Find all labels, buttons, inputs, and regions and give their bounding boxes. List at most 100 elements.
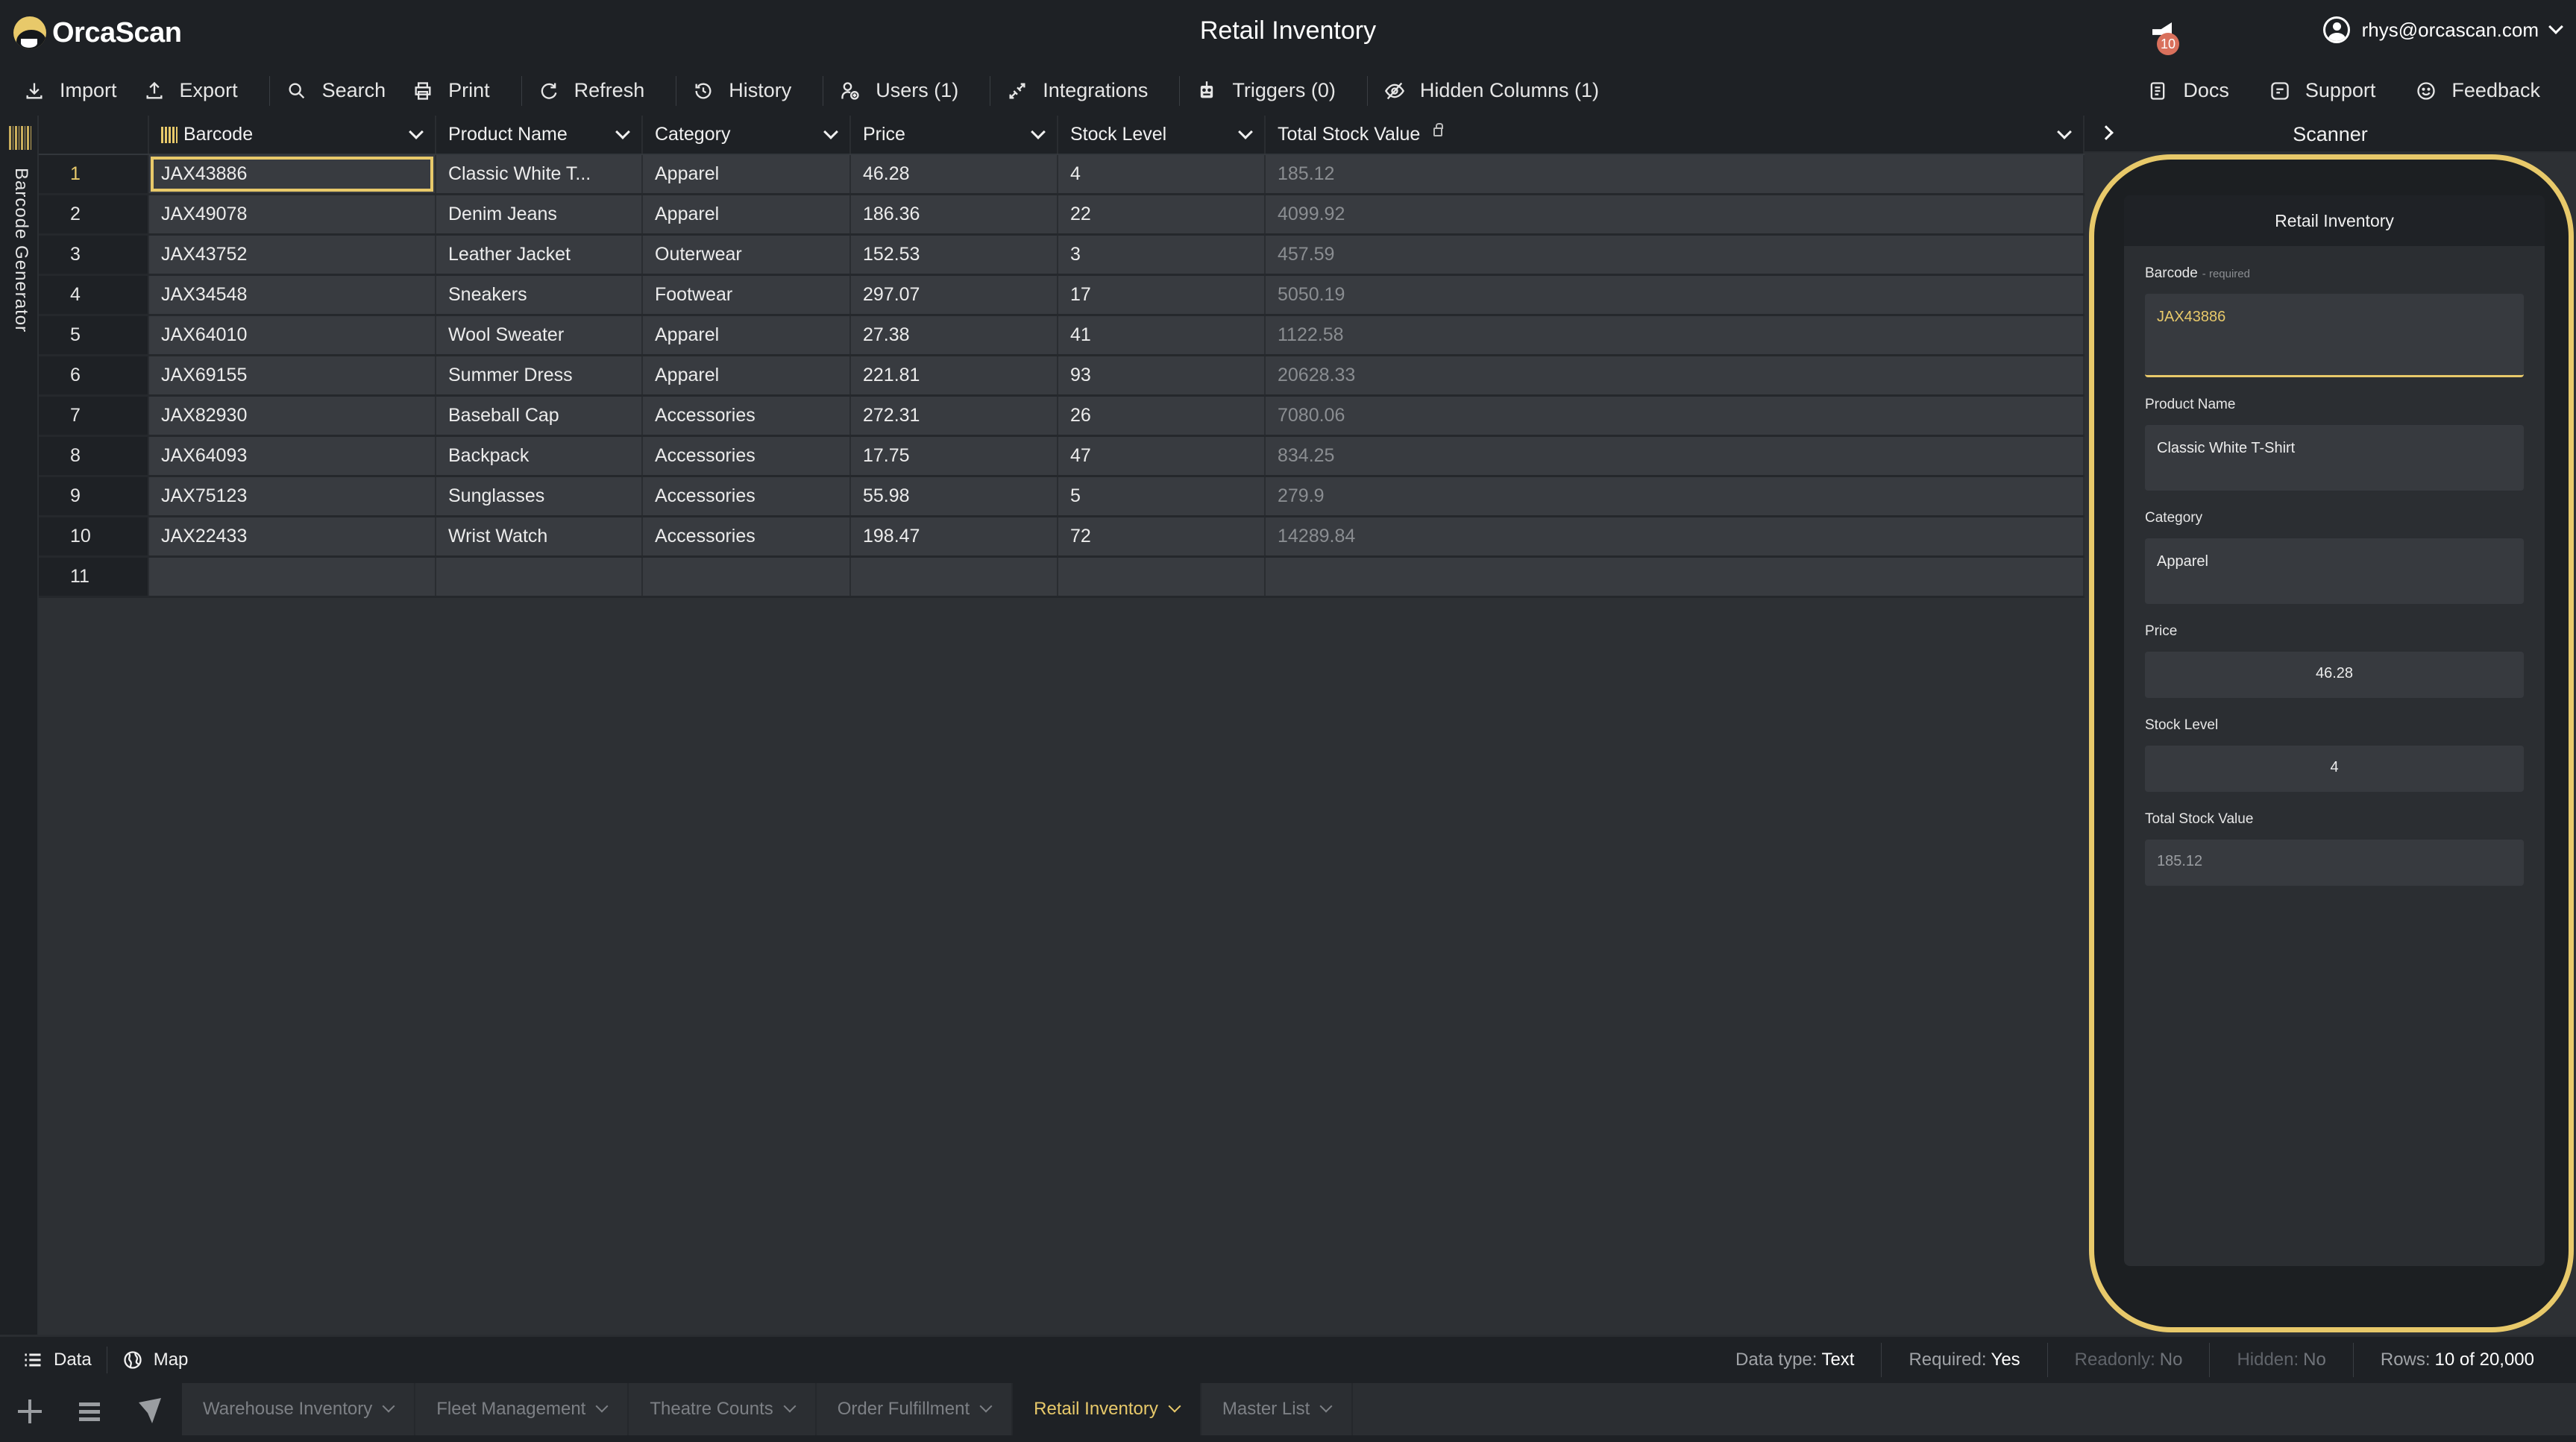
- total-stock-value-cell[interactable]: 457.59: [1266, 236, 2085, 274]
- stock-level-cell[interactable]: 3: [1058, 236, 1266, 274]
- chevron-down-icon[interactable]: [783, 1400, 797, 1413]
- stock-level-input[interactable]: 4: [2145, 746, 2524, 792]
- barcode-cell[interactable]: JAX75123: [149, 477, 436, 515]
- product-name-cell[interactable]: Wrist Watch: [436, 517, 643, 555]
- integrations-button[interactable]: Integrations: [1001, 76, 1169, 106]
- column-header-product-name[interactable]: Product Name: [436, 116, 643, 154]
- category-cell[interactable]: Apparel: [643, 356, 851, 394]
- barcode-generator-sidebar[interactable]: Barcode Generator: [0, 116, 39, 1335]
- price-cell[interactable]: [851, 558, 1058, 596]
- stock-level-cell[interactable]: 5: [1058, 477, 1266, 515]
- print-button[interactable]: Print: [406, 76, 511, 106]
- price-input[interactable]: 46.28: [2145, 652, 2524, 698]
- table-row[interactable]: 3 JAX43752 Leather Jacket Outerwear 152.53 3 4…: [39, 236, 2085, 276]
- stock-level-cell[interactable]: 93: [1058, 356, 1266, 394]
- triggers-button[interactable]: Triggers (0): [1190, 76, 1357, 106]
- total-stock-value-cell[interactable]: 7080.06: [1266, 397, 2085, 435]
- sheet-tab[interactable]: Order Fulfillment: [817, 1383, 1014, 1435]
- sheet-tab[interactable]: Theatre Counts: [629, 1383, 817, 1435]
- product-name-input[interactable]: Classic White T-Shirt: [2145, 425, 2524, 491]
- sheet-tab[interactable]: Retail Inventory: [1013, 1383, 1201, 1435]
- column-header-price[interactable]: Price: [851, 116, 1058, 154]
- row-number-header[interactable]: [39, 116, 149, 154]
- table-row[interactable]: 8 JAX64093 Backpack Accessories 17.75 47 834.2…: [39, 437, 2085, 477]
- price-cell[interactable]: 27.38: [851, 316, 1058, 354]
- barcode-cell[interactable]: JAX34548: [149, 276, 436, 314]
- stock-level-cell[interactable]: 17: [1058, 276, 1266, 314]
- map-view-button[interactable]: Map: [118, 1350, 204, 1370]
- category-input[interactable]: Apparel: [2145, 538, 2524, 604]
- row-number[interactable]: 7: [39, 397, 149, 435]
- barcode-cell[interactable]: JAX43886: [149, 155, 436, 193]
- barcode-input[interactable]: JAX43886: [2145, 294, 2524, 377]
- chevron-down-icon[interactable]: [409, 124, 424, 139]
- category-cell[interactable]: Accessories: [643, 477, 851, 515]
- row-number[interactable]: 11: [39, 558, 149, 596]
- product-name-cell[interactable]: Backpack: [436, 437, 643, 475]
- sheet-list-icon[interactable]: [75, 1397, 104, 1426]
- price-cell[interactable]: 152.53: [851, 236, 1058, 274]
- table-row[interactable]: 11: [39, 558, 2085, 598]
- stock-level-cell[interactable]: 26: [1058, 397, 1266, 435]
- column-header-barcode[interactable]: Barcode: [149, 116, 436, 154]
- chevron-down-icon[interactable]: [979, 1400, 993, 1413]
- refresh-button[interactable]: Refresh: [533, 76, 666, 106]
- send-icon[interactable]: [139, 1398, 161, 1423]
- chevron-down-icon[interactable]: [2057, 124, 2072, 139]
- table-row[interactable]: 4 JAX34548 Sneakers Footwear 297.07 17 5050.19: [39, 276, 2085, 316]
- column-header-stock-level[interactable]: Stock Level: [1058, 116, 1266, 154]
- table-row[interactable]: 6 JAX69155 Summer Dress Apparel 221.81 93 2062…: [39, 356, 2085, 397]
- import-button[interactable]: Import: [18, 76, 138, 106]
- column-header-category[interactable]: Category: [643, 116, 851, 154]
- row-number[interactable]: 3: [39, 236, 149, 274]
- total-stock-value-cell[interactable]: [1266, 558, 2085, 596]
- category-cell[interactable]: Apparel: [643, 155, 851, 193]
- table-row[interactable]: 1 JAX43886 Classic White T... Apparel 46.28 4…: [39, 155, 2085, 195]
- barcode-cell[interactable]: JAX22433: [149, 517, 436, 555]
- barcode-cell[interactable]: JAX69155: [149, 356, 436, 394]
- total-stock-value-cell[interactable]: 20628.33: [1266, 356, 2085, 394]
- row-number[interactable]: 9: [39, 477, 149, 515]
- product-name-cell[interactable]: Baseball Cap: [436, 397, 643, 435]
- product-name-cell[interactable]: [436, 558, 643, 596]
- stock-level-cell[interactable]: [1058, 558, 1266, 596]
- category-cell[interactable]: Accessories: [643, 517, 851, 555]
- price-cell[interactable]: 272.31: [851, 397, 1058, 435]
- total-stock-value-cell[interactable]: 4099.92: [1266, 195, 2085, 233]
- data-view-button[interactable]: Data: [18, 1350, 107, 1370]
- user-menu[interactable]: rhys@orcascan.com: [2322, 16, 2563, 43]
- stock-level-cell[interactable]: 47: [1058, 437, 1266, 475]
- chevron-down-icon[interactable]: [1238, 124, 1253, 139]
- column-header-total-stock-value[interactable]: Total Stock Value: [1266, 116, 2085, 154]
- product-name-cell[interactable]: Leather Jacket: [436, 236, 643, 274]
- barcode-cell[interactable]: JAX49078: [149, 195, 436, 233]
- stock-level-cell[interactable]: 22: [1058, 195, 1266, 233]
- category-cell[interactable]: Accessories: [643, 397, 851, 435]
- row-number[interactable]: 4: [39, 276, 149, 314]
- sheet-tab[interactable]: Master List: [1201, 1383, 1354, 1435]
- chevron-down-icon[interactable]: [1168, 1400, 1181, 1413]
- total-stock-value-cell[interactable]: 14289.84: [1266, 517, 2085, 555]
- barcode-cell[interactable]: JAX82930: [149, 397, 436, 435]
- price-cell[interactable]: 198.47: [851, 517, 1058, 555]
- barcode-cell[interactable]: [149, 558, 436, 596]
- row-number[interactable]: 10: [39, 517, 149, 555]
- row-number[interactable]: 6: [39, 356, 149, 394]
- chevron-down-icon[interactable]: [1319, 1400, 1333, 1413]
- feedback-button[interactable]: Feedback: [2410, 76, 2561, 106]
- users-button[interactable]: Users (1): [834, 76, 979, 106]
- price-cell[interactable]: 297.07: [851, 276, 1058, 314]
- export-button[interactable]: Export: [138, 76, 259, 106]
- barcode-cell[interactable]: JAX64010: [149, 316, 436, 354]
- row-number[interactable]: 2: [39, 195, 149, 233]
- chevron-down-icon[interactable]: [615, 124, 630, 139]
- docs-button[interactable]: Docs: [2141, 76, 2250, 106]
- price-cell[interactable]: 17.75: [851, 437, 1058, 475]
- product-name-cell[interactable]: Sneakers: [436, 276, 643, 314]
- stock-level-cell[interactable]: 41: [1058, 316, 1266, 354]
- total-stock-value-cell[interactable]: 1122.58: [1266, 316, 2085, 354]
- category-cell[interactable]: Accessories: [643, 437, 851, 475]
- category-cell[interactable]: Footwear: [643, 276, 851, 314]
- chevron-down-icon[interactable]: [823, 124, 838, 139]
- category-cell[interactable]: Apparel: [643, 316, 851, 354]
